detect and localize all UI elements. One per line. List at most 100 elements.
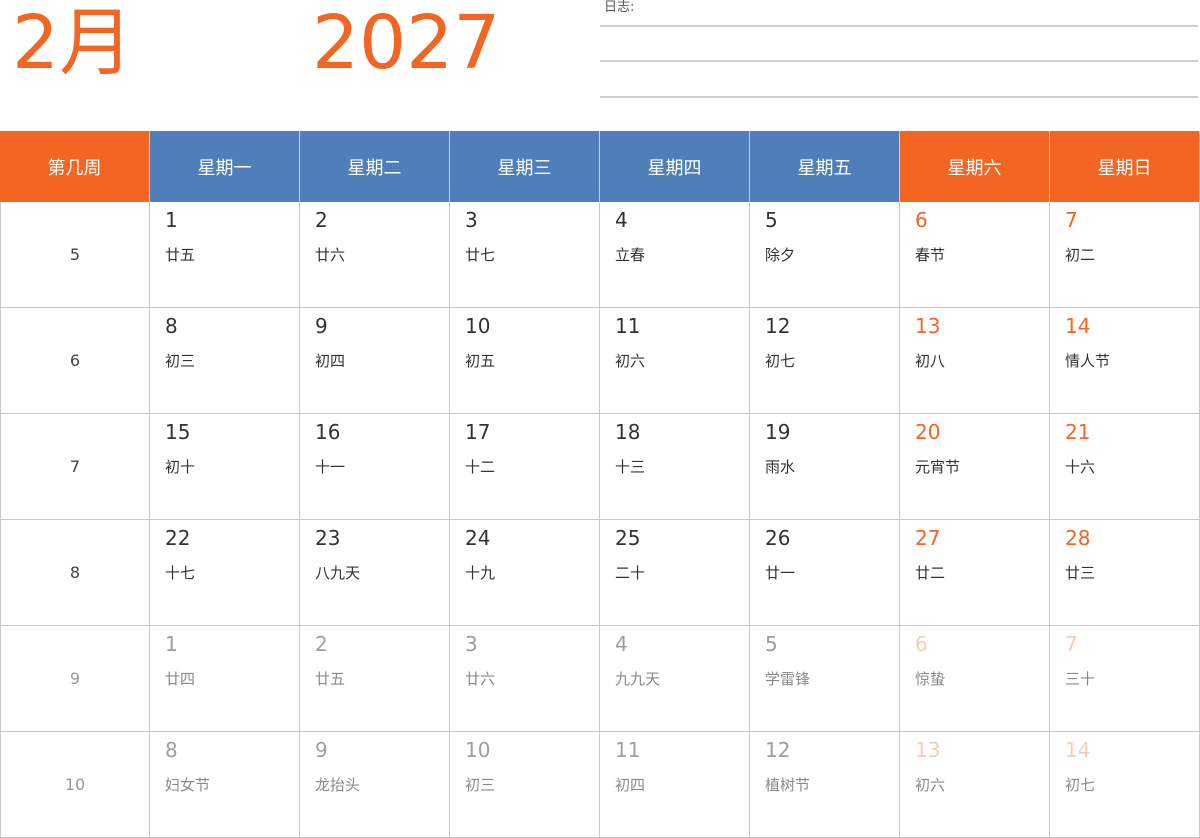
- notes-line: [600, 60, 1198, 62]
- lunar-date: 情人节: [1065, 352, 1111, 370]
- day-cell[interactable]: 15 初十: [150, 414, 300, 520]
- day-cell[interactable]: 11 初六: [600, 308, 750, 414]
- day-cell[interactable]: 9 初四: [300, 308, 450, 414]
- day-cell[interactable]: 22 十七: [150, 520, 300, 626]
- day-cell[interactable]: 7 三十: [1050, 626, 1200, 732]
- day-number: 28: [1065, 526, 1091, 550]
- day-number: 7: [1065, 632, 1078, 656]
- day-number: 9: [315, 314, 328, 338]
- lunar-date: 除夕: [765, 246, 796, 264]
- day-cell[interactable]: 13 初六: [900, 732, 1050, 838]
- day-cell[interactable]: 1 廿四: [150, 626, 300, 732]
- day-number: 11: [615, 314, 641, 338]
- day-number: 7: [1065, 208, 1078, 232]
- day-number: 14: [1065, 314, 1091, 338]
- day-cell[interactable]: 17 十二: [450, 414, 600, 520]
- notes-label: 日志:: [604, 0, 635, 15]
- day-cell[interactable]: 19 雨水: [750, 414, 900, 520]
- lunar-date: 廿三: [1065, 564, 1096, 582]
- day-number: 17: [465, 420, 491, 444]
- lunar-date: 初二: [1065, 246, 1096, 264]
- notes-line: [600, 25, 1198, 27]
- day-cell[interactable]: 12 植树节: [750, 732, 900, 838]
- day-number: 14: [1065, 738, 1091, 762]
- day-cell[interactable]: 3 廿七: [450, 202, 600, 308]
- day-number: 6: [915, 632, 928, 656]
- day-number: 23: [315, 526, 341, 550]
- lunar-date: 廿一: [765, 564, 796, 582]
- day-cell[interactable]: 13 初八: [900, 308, 1050, 414]
- day-cell[interactable]: 14 情人节: [1050, 308, 1200, 414]
- day-cell[interactable]: 16 十一: [300, 414, 450, 520]
- lunar-date: 廿五: [315, 670, 346, 688]
- header-weekday: 星期一: [150, 131, 300, 202]
- day-cell[interactable]: 25 二十: [600, 520, 750, 626]
- day-cell[interactable]: 18 十三: [600, 414, 750, 520]
- day-cell[interactable]: 3 廿六: [450, 626, 600, 732]
- lunar-date: 初八: [915, 352, 946, 370]
- lunar-date: 初六: [915, 776, 946, 794]
- day-cell[interactable]: 20 元宵节: [900, 414, 1050, 520]
- header-weekday: 星期四: [600, 131, 750, 202]
- day-cell[interactable]: 7 初二: [1050, 202, 1200, 308]
- header-week-number: 第几周: [0, 131, 150, 202]
- day-cell[interactable]: 9 龙抬头: [300, 732, 450, 838]
- day-cell[interactable]: 2 廿五: [300, 626, 450, 732]
- day-number: 5: [765, 632, 778, 656]
- week-number: 5: [0, 202, 150, 308]
- header-weekday: 星期日: [1050, 131, 1200, 202]
- day-number: 2: [315, 208, 328, 232]
- lunar-date: 廿六: [315, 246, 346, 264]
- day-cell[interactable]: 6 惊蛰: [900, 626, 1050, 732]
- calendar-grid: 第几周 星期一 星期二 星期三 星期四 星期五 星期六 星期日 5 1 廿五 2 廿六 3 廿七 4 立春 5 除夕…: [0, 131, 1200, 838]
- day-cell[interactable]: 27 廿二: [900, 520, 1050, 626]
- header-weekday: 星期三: [450, 131, 600, 202]
- lunar-date: 廿二: [915, 564, 946, 582]
- day-cell[interactable]: 21 十六: [1050, 414, 1200, 520]
- lunar-date: 立春: [615, 246, 646, 264]
- day-cell[interactable]: 1 廿五: [150, 202, 300, 308]
- day-cell[interactable]: 10 初三: [450, 732, 600, 838]
- day-cell[interactable]: 4 立春: [600, 202, 750, 308]
- day-cell[interactable]: 11 初四: [600, 732, 750, 838]
- lunar-date: 元宵节: [915, 458, 961, 476]
- lunar-date: 初四: [615, 776, 646, 794]
- lunar-date: 初七: [765, 352, 796, 370]
- lunar-date: 妇女节: [165, 776, 211, 794]
- day-number: 1: [165, 208, 178, 232]
- day-number: 25: [615, 526, 641, 550]
- day-cell[interactable]: 23 八九天: [300, 520, 450, 626]
- week-number: 10: [0, 732, 150, 838]
- day-cell[interactable]: 4 九九天: [600, 626, 750, 732]
- day-cell[interactable]: 8 初三: [150, 308, 300, 414]
- header-weekday: 星期五: [750, 131, 900, 202]
- day-cell[interactable]: 28 廿三: [1050, 520, 1200, 626]
- lunar-date: 十七: [165, 564, 196, 582]
- lunar-date: 初三: [465, 776, 496, 794]
- day-cell[interactable]: 2 廿六: [300, 202, 450, 308]
- day-cell[interactable]: 26 廿一: [750, 520, 900, 626]
- day-cell[interactable]: 10 初五: [450, 308, 600, 414]
- day-number: 4: [615, 208, 628, 232]
- notes-line: [600, 96, 1198, 98]
- lunar-date: 初四: [315, 352, 346, 370]
- lunar-date: 惊蛰: [915, 670, 946, 688]
- day-number: 8: [165, 738, 178, 762]
- day-cell[interactable]: 5 学雷锋: [750, 626, 900, 732]
- lunar-date: 初五: [465, 352, 496, 370]
- lunar-date: 三十: [1065, 670, 1096, 688]
- day-number: 18: [615, 420, 641, 444]
- week-number: 7: [0, 414, 150, 520]
- day-cell[interactable]: 6 春节: [900, 202, 1050, 308]
- week-number: 6: [0, 308, 150, 414]
- lunar-date: 廿五: [165, 246, 196, 264]
- day-number: 19: [765, 420, 791, 444]
- day-cell[interactable]: 8 妇女节: [150, 732, 300, 838]
- day-cell[interactable]: 24 十九: [450, 520, 600, 626]
- day-cell[interactable]: 12 初七: [750, 308, 900, 414]
- day-cell[interactable]: 5 除夕: [750, 202, 900, 308]
- header-weekday: 星期六: [900, 131, 1050, 202]
- day-cell[interactable]: 14 初七: [1050, 732, 1200, 838]
- lunar-date: 廿七: [465, 246, 496, 264]
- day-number: 13: [915, 738, 941, 762]
